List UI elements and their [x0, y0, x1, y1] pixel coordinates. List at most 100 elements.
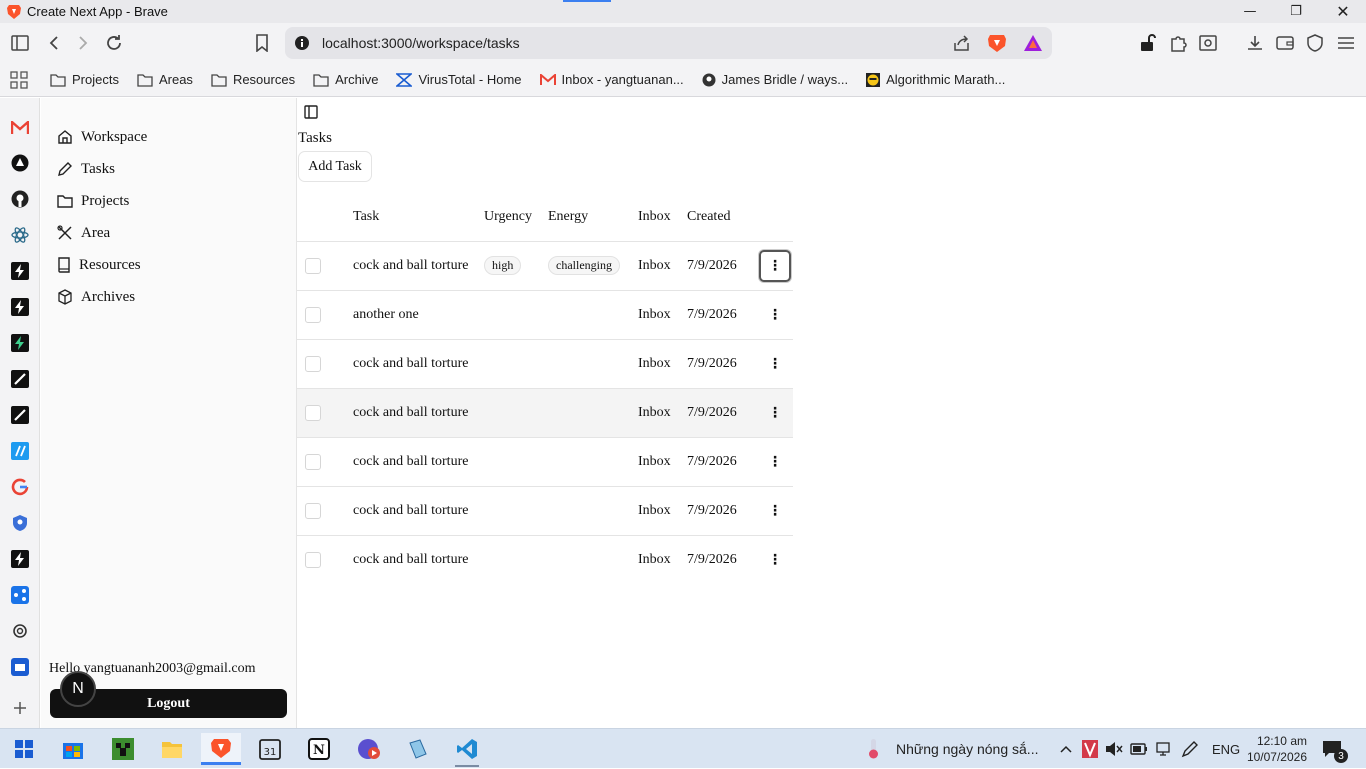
bookmark-projects[interactable]: Projects [50, 72, 119, 87]
apps-grid-icon[interactable] [10, 70, 28, 89]
store-app[interactable] [53, 733, 93, 765]
notification-center[interactable]: 3 [1322, 729, 1348, 769]
battery[interactable] [1130, 729, 1148, 769]
row-actions-button[interactable]: ⋮ [759, 544, 791, 576]
calendar-app[interactable]: 31 [250, 733, 290, 765]
bookmark-archive[interactable]: Archive [313, 72, 378, 87]
slashes-app-icon[interactable] [10, 441, 30, 461]
bookmark-algorithmic[interactable]: Algorithmic Marath... [866, 72, 1005, 87]
row-actions-button[interactable]: ⋮ [759, 348, 791, 380]
bookmark-gmail[interactable]: Inbox - yangtuanan... [539, 72, 684, 87]
sidebar-item-resources[interactable]: Resources [57, 254, 141, 276]
file-explorer-app[interactable] [152, 733, 192, 765]
language-indicator[interactable]: ENG [1212, 729, 1240, 769]
table-row[interactable]: another one Inbox 7/9/2026 ⋮ [297, 290, 793, 340]
book-app[interactable] [398, 733, 438, 765]
url-text[interactable]: localhost:3000/workspace/tasks [322, 35, 520, 51]
row-actions-button[interactable]: ⋮ [759, 446, 791, 478]
brave-app[interactable] [201, 733, 241, 765]
table-row[interactable]: cock and ball torture high challenging I… [297, 241, 793, 291]
sidebar-toggle-icon[interactable] [8, 31, 32, 55]
close-button[interactable]: ✕ [1320, 0, 1366, 23]
row-checkbox[interactable] [305, 306, 321, 323]
header-energy: Energy [548, 194, 638, 242]
pen-app-icon[interactable] [10, 369, 30, 389]
table-row[interactable]: cock and ball torture Inbox 7/9/2026 ⋮ [297, 339, 793, 389]
row-checkbox[interactable] [305, 551, 321, 568]
bookmark-james-bridle[interactable]: James Bridle / ways... [702, 72, 848, 87]
folder-icon [137, 73, 153, 87]
forward-icon[interactable] [71, 31, 95, 55]
minimize-button[interactable]: — [1227, 0, 1273, 23]
minecraft-app[interactable] [103, 733, 143, 765]
bolt-app-icon[interactable] [10, 549, 30, 569]
panel-toggle-icon[interactable] [304, 105, 318, 119]
media-widget[interactable]: Những ngày nóng sắ... [864, 729, 1038, 769]
network[interactable] [1155, 729, 1171, 769]
row-checkbox[interactable] [305, 453, 321, 470]
add-panel-icon[interactable] [10, 698, 30, 718]
bolt-app-icon[interactable] [10, 261, 30, 281]
sidebar-item-archives[interactable]: Archives [57, 286, 135, 308]
wallet-icon[interactable] [1273, 31, 1297, 55]
clock[interactable]: 12:10 am 10/07/2026 [1247, 729, 1307, 769]
tray-app[interactable] [1082, 729, 1098, 769]
calendar-app-icon[interactable] [10, 657, 30, 677]
gmail-icon[interactable] [10, 118, 30, 138]
shield-app-icon[interactable] [10, 513, 30, 533]
bolt-green-icon[interactable] [10, 333, 30, 353]
menu-icon[interactable] [1334, 31, 1358, 55]
row-actions-button[interactable]: ⋮ [759, 249, 791, 282]
site-info-icon[interactable] [295, 36, 309, 50]
bookmark-icon[interactable] [250, 31, 274, 55]
pen-menu[interactable] [1181, 729, 1199, 769]
add-task-button[interactable]: Add Task [298, 151, 372, 182]
nextjs-dev-badge[interactable]: N [60, 671, 96, 707]
reload-icon[interactable] [102, 31, 126, 55]
extension-lock-icon[interactable] [1136, 31, 1160, 55]
bookmark-resources[interactable]: Resources [211, 72, 295, 87]
row-checkbox[interactable] [305, 355, 321, 372]
row-actions-button[interactable]: ⋮ [759, 299, 791, 331]
pen-app-icon[interactable] [10, 405, 30, 425]
row-actions-button[interactable]: ⋮ [759, 397, 791, 429]
share-app-icon[interactable] [10, 585, 30, 605]
extensions-icon[interactable] [1166, 31, 1190, 55]
table-row[interactable]: cock and ball torture Inbox 7/9/2026 ⋮ [297, 437, 793, 487]
address-bar[interactable]: localhost:3000/workspace/tasks [285, 27, 1052, 59]
sidebar-item-tasks[interactable]: Tasks [57, 158, 115, 180]
row-checkbox[interactable] [305, 502, 321, 519]
react-icon[interactable] [10, 225, 30, 245]
volume-muted[interactable] [1105, 729, 1123, 769]
table-row[interactable]: cock and ball torture Inbox 7/9/2026 ⋮ [297, 535, 793, 584]
download-icon[interactable] [1243, 31, 1267, 55]
vpn-icon[interactable] [1303, 31, 1327, 55]
vscode-app[interactable] [447, 733, 487, 765]
google-icon[interactable] [10, 477, 30, 497]
bookmark-areas[interactable]: Areas [137, 72, 193, 87]
bolt-app-icon[interactable] [10, 297, 30, 317]
table-row[interactable]: cock and ball torture Inbox 7/9/2026 ⋮ [297, 486, 793, 536]
notion-app[interactable]: N [299, 733, 339, 765]
bookmark-virustotal[interactable]: VirusTotal - Home [396, 72, 522, 87]
bookmark-label: Projects [72, 72, 119, 87]
sidebar-item-area[interactable]: Area [57, 222, 110, 244]
openai-icon[interactable] [10, 621, 30, 641]
tray-chevron[interactable] [1059, 729, 1073, 769]
media-app[interactable] [349, 733, 389, 765]
share-icon[interactable] [953, 34, 971, 52]
sidebar-item-projects[interactable]: Projects [57, 190, 129, 212]
reader-mode-icon[interactable] [1196, 31, 1220, 55]
table-row[interactable]: cock and ball torture Inbox 7/9/2026 ⋮ [297, 388, 793, 438]
brave-rewards-icon[interactable] [1023, 34, 1043, 52]
brave-shields-icon[interactable] [988, 33, 1006, 53]
row-checkbox[interactable] [305, 404, 321, 421]
github-icon[interactable] [10, 189, 30, 209]
row-actions-button[interactable]: ⋮ [759, 495, 791, 527]
start-button[interactable] [4, 733, 44, 765]
sidebar-item-workspace[interactable]: Workspace [57, 126, 147, 148]
back-icon[interactable] [42, 31, 66, 55]
row-checkbox[interactable] [305, 257, 321, 274]
app-triangle-icon[interactable] [10, 153, 30, 173]
maximize-button[interactable]: ❐ [1273, 0, 1319, 23]
